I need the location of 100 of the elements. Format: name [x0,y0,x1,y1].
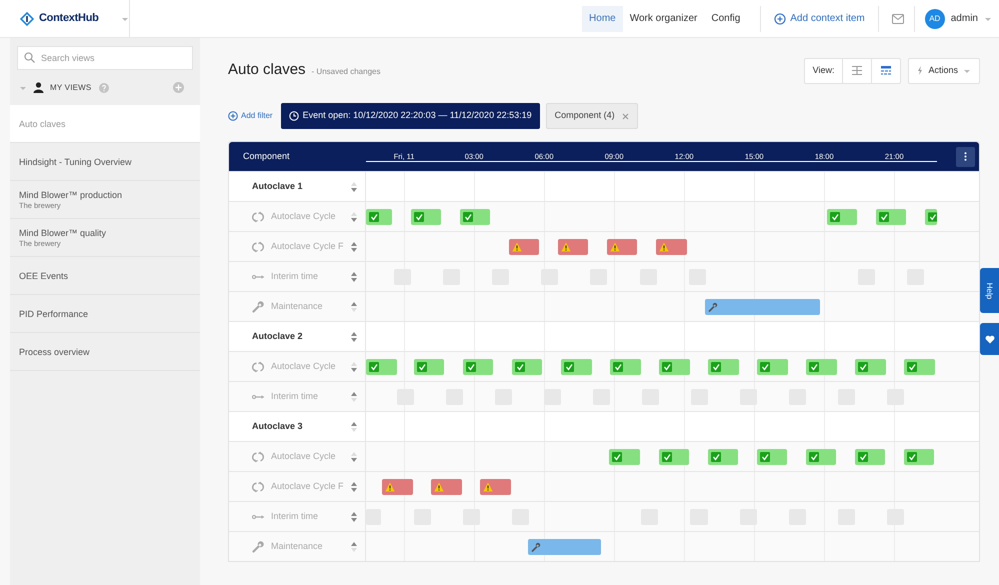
event-ok-bar[interactable] [855,359,886,375]
warning-icon [385,482,396,492]
move-up-button[interactable] [351,242,357,246]
move-up-button[interactable] [351,272,357,276]
mail-button[interactable] [892,14,904,24]
event-ok-bar[interactable] [512,359,542,375]
nav-tab[interactable]: Config [704,6,748,32]
move-up-button[interactable] [351,482,357,486]
move-down-button[interactable] [351,218,357,222]
section-label: MY VIEWS [50,82,92,94]
event-ok-bar[interactable] [414,359,444,375]
check-icon [662,362,672,372]
event-ok-bar[interactable] [854,449,885,465]
move-down-button[interactable] [351,518,357,522]
caret-down-icon [351,488,357,492]
check-icon [907,362,918,372]
event-ok-bar[interactable] [708,449,738,465]
caret-down-icon [351,188,357,192]
move-down-button[interactable] [351,488,357,492]
event-ok-bar[interactable] [659,359,690,375]
event-ok-bar[interactable] [826,209,857,225]
user-name[interactable]: admin [950,11,978,26]
move-down-button[interactable] [351,188,357,192]
event-ok-bar[interactable] [411,209,442,225]
user-avatar[interactable]: AD [924,8,945,28]
caret-down-icon [351,218,357,222]
event-ok-bar[interactable] [876,209,906,225]
event-ok-bar[interactable] [610,359,641,375]
check-icon [463,212,474,222]
move-up-button[interactable] [351,422,357,426]
event-failed-bar[interactable] [382,479,414,495]
move-up-button[interactable] [351,512,357,516]
maintenance-bar[interactable] [528,539,602,555]
event-ok-bar[interactable] [904,359,935,375]
event-ok-bar[interactable] [463,359,494,375]
add-view-button[interactable] [173,82,184,93]
check-icon [417,362,428,372]
feedback-tab[interactable] [980,323,999,355]
event-ok-bar[interactable] [609,449,640,465]
move-down-button[interactable] [351,248,357,252]
caret-up-icon [351,482,357,486]
row-label: Autoclave Cycle [271,450,337,463]
caret-up-icon [351,182,357,186]
component-filter-chip[interactable]: Component (4) [546,103,638,129]
row-label: Autoclave 2 [252,330,304,343]
event-ok-bar[interactable] [460,209,490,225]
move-down-button[interactable] [351,458,357,462]
move-up-button[interactable] [351,332,357,336]
sidebar-item[interactable]: Hindsight - Tuning Overview [10,143,200,181]
move-up-button[interactable] [351,302,357,306]
cycle-icon [252,240,265,252]
event-ok-bar[interactable] [904,449,934,465]
event-ok-bar[interactable] [756,449,787,465]
move-up-button[interactable] [351,392,357,396]
event-ok-bar[interactable] [806,359,837,375]
check-icon [830,212,840,222]
event-failed-bar[interactable] [431,479,462,495]
nav-tab[interactable]: Work organizer [622,6,704,32]
row-label: Autoclave Cycle F [271,240,345,253]
search-icon [24,52,35,63]
more-options-button[interactable] [956,146,975,166]
event-failed-bar[interactable] [558,239,588,255]
event-ok-bar[interactable] [366,359,398,375]
event-failed-bar[interactable] [509,239,540,255]
move-down-button[interactable] [351,278,357,282]
event-failed-bar[interactable] [480,479,512,495]
move-down-button[interactable] [351,368,357,372]
time-filter-chip[interactable]: Event open: 10/12/2020 22:20:03 — 11/12/2020 22:53:19 [280,103,540,129]
sidebar-item[interactable]: Process overview [10,333,200,371]
caret-down-icon [351,398,357,402]
event-failed-bar[interactable] [607,239,638,255]
event-ok-bar[interactable] [757,359,788,375]
check-icon [858,362,868,372]
event-ok-bar[interactable] [561,359,592,375]
sidebar-item[interactable]: PID Performance [10,295,200,333]
check-icon [414,212,424,222]
nav-tab[interactable]: Home [582,6,623,32]
warning-icon [512,242,522,252]
event-ok-bar[interactable] [366,209,392,225]
caret-down-icon [351,548,357,552]
move-down-button[interactable] [351,338,357,342]
event-failed-bar[interactable] [656,239,686,255]
check-icon [612,452,622,462]
event-ok-bar[interactable] [708,359,739,375]
sidebar-item[interactable]: OEE Events [10,257,200,295]
event-ok-bar[interactable] [924,209,937,225]
add-filter-link[interactable]: Add filter [228,110,273,122]
check-icon [760,452,770,462]
check-icon [809,362,820,372]
app-name: ContextHub [39,11,99,26]
event-ok-bar[interactable] [806,449,836,465]
add-context-item-link[interactable]: Add context item [774,11,865,26]
help-tab[interactable]: Help [980,268,999,313]
caret-down-icon [351,338,357,342]
caret-down-icon [351,368,357,372]
actions-button[interactable]: Actions [908,58,980,84]
event-ok-bar[interactable] [658,449,689,465]
plus-circle-icon [173,82,184,93]
search-field[interactable]: Search views [17,46,193,70]
move-up-button[interactable] [351,542,357,546]
